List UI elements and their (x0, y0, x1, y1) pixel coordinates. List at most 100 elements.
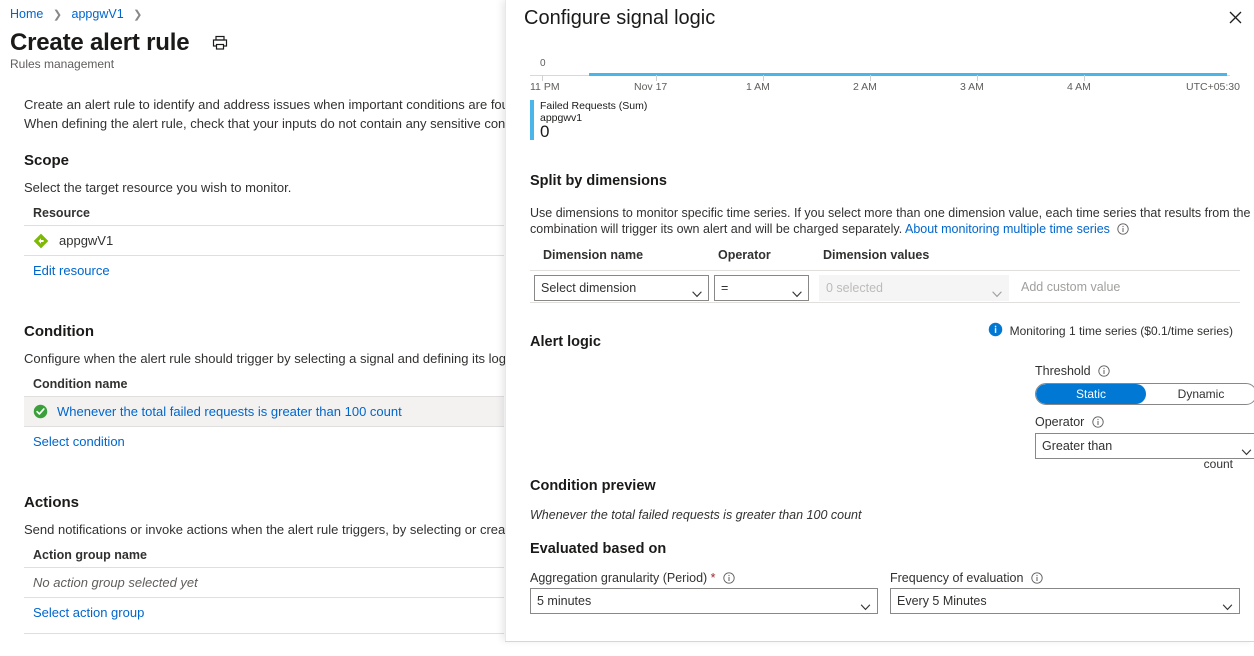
page-title: Create alert rule (10, 29, 190, 56)
configure-signal-logic-pane: Configure signal logic 0 11 PM Nov 17 1 … (505, 0, 1254, 641)
split-desc-line-1: Use dimensions to monitor specific time … (530, 206, 1251, 220)
condition-row-text: Whenever the total failed requests is gr… (57, 404, 402, 419)
condition-column-header: Condition name (33, 377, 128, 391)
chart-x-label: 2 AM (853, 81, 877, 93)
legend-color-swatch (530, 100, 534, 140)
chart-series-line (589, 73, 1227, 76)
app-root: Home ❯ appgwV1 ❯ Create alert rule Rules… (0, 0, 1254, 656)
info-icon[interactable] (1098, 365, 1110, 377)
evaluated-based-on-heading: Evaluated based on (530, 541, 667, 557)
action-group-row: No action group selected yet (24, 568, 504, 597)
dimension-name-dropdown[interactable]: Select dimension (534, 275, 709, 301)
info-filled-icon (988, 322, 1003, 340)
scope-description: Select the target resource you wish to m… (24, 180, 292, 195)
breadcrumb-separator-icon: ❯ (133, 9, 143, 21)
info-icon[interactable] (1031, 572, 1043, 584)
breadcrumb-resource[interactable]: appgwV1 (72, 7, 124, 21)
chart-x-label: Nov 17 (634, 81, 668, 93)
dimension-name-select[interactable]: Select dimension (534, 275, 709, 301)
breadcrumb-home[interactable]: Home (10, 7, 43, 21)
divider (530, 270, 1240, 271)
divider (24, 597, 504, 598)
printer-icon[interactable] (211, 34, 229, 52)
dimension-operator-select[interactable]: = (714, 275, 809, 301)
metric-chart: 0 11 PM Nov 17 1 AM 2 AM 3 AM 4 AM UTC+0… (530, 58, 1240, 142)
application-gateway-icon (33, 233, 49, 249)
split-desc-line-2: combination will trigger its own alert a… (530, 222, 1130, 236)
divider (24, 633, 504, 634)
operator-select[interactable]: Greater than (1035, 433, 1254, 459)
info-icon[interactable] (1092, 416, 1104, 428)
legend-series-name: Failed Requests (Sum) (540, 100, 648, 112)
threshold-static-option[interactable]: Static (1036, 384, 1146, 404)
page-title-row: Create alert rule (10, 28, 229, 58)
frequency-of-evaluation-label-text: Frequency of evaluation (890, 571, 1024, 585)
column-dimension-values: Dimension values (823, 248, 930, 262)
required-asterisk: * (710, 571, 716, 585)
chart-x-label: 3 AM (960, 81, 984, 93)
intro-line-1: Create an alert rule to identify and add… (24, 97, 512, 112)
page-subtitle: Rules management (10, 57, 115, 71)
aggregation-granularity-label: Aggregation granularity (Period) * (530, 571, 735, 585)
create-alert-rule-blade: Home ❯ appgwV1 ❯ Create alert rule Rules… (0, 0, 512, 656)
green-check-icon (33, 404, 48, 419)
edit-resource-link[interactable]: Edit resource (33, 263, 110, 278)
condition-preview-heading: Condition preview (530, 478, 656, 494)
threshold-unit-label: count (1203, 457, 1233, 471)
chart-timezone-label: UTC+05:30 (1186, 81, 1240, 93)
condition-description: Configure when the alert rule should tri… (24, 351, 512, 366)
frequency-of-evaluation-dropdown[interactable]: Every 5 Minutes (890, 588, 1240, 614)
column-operator: Operator (718, 248, 771, 262)
threshold-dynamic-option[interactable]: Dynamic (1146, 384, 1254, 404)
aggregation-granularity-dropdown[interactable]: 5 minutes (530, 588, 878, 614)
select-action-group-link[interactable]: Select action group (33, 605, 144, 620)
actions-column-header: Action group name (33, 548, 147, 562)
about-monitoring-link[interactable]: About monitoring multiple time series (905, 222, 1110, 236)
threshold-label-text: Threshold (1035, 364, 1091, 378)
frequency-of-evaluation-select[interactable]: Every 5 Minutes (890, 588, 1240, 614)
condition-heading: Condition (24, 323, 94, 340)
divider (24, 426, 504, 427)
pane-bottom-divider (505, 641, 1254, 642)
split-by-dimensions-heading: Split by dimensions (530, 173, 667, 189)
scope-column-header: Resource (33, 206, 90, 220)
pane-title: Configure signal logic (524, 7, 716, 29)
aggregation-granularity-select[interactable]: 5 minutes (530, 588, 878, 614)
condition-row[interactable]: Whenever the total failed requests is gr… (24, 397, 504, 426)
condition-preview-text: Whenever the total failed requests is gr… (530, 508, 862, 522)
aggregation-granularity-label-text: Aggregation granularity (Period) (530, 571, 708, 585)
close-icon[interactable] (1224, 6, 1246, 28)
dimension-operator-dropdown[interactable]: = (714, 275, 809, 301)
scope-heading: Scope (24, 152, 70, 169)
dimension-values-dropdown[interactable]: 0 selected (819, 275, 1009, 301)
divider (530, 302, 1240, 303)
dimension-values-select[interactable]: 0 selected (819, 275, 1009, 301)
add-custom-value-placeholder: Add custom value (1021, 280, 1121, 294)
threshold-label: Threshold (1035, 364, 1110, 378)
frequency-of-evaluation-label: Frequency of evaluation (890, 571, 1043, 585)
column-dimension-name: Dimension name (543, 248, 644, 262)
add-custom-value-input[interactable]: Add custom value (1021, 280, 1120, 294)
operator-label-text: Operator (1035, 415, 1085, 429)
monitoring-note: Monitoring 1 time series ($0.1/time seri… (988, 322, 1233, 340)
chart-x-label: 1 AM (746, 81, 770, 93)
monitoring-note-text: Monitoring 1 time series ($0.1/time seri… (1009, 324, 1233, 338)
split-desc-line-2-text: combination will trigger its own alert a… (530, 222, 903, 236)
legend-value: 0 (540, 122, 550, 141)
info-icon[interactable] (1117, 223, 1130, 235)
resource-row[interactable]: appgwV1 (24, 226, 504, 255)
breadcrumb: Home ❯ appgwV1 ❯ (10, 6, 148, 23)
action-group-empty-text: No action group selected yet (33, 575, 198, 590)
select-condition-link[interactable]: Select condition (33, 434, 125, 449)
intro-line-2: When defining the alert rule, check that… (24, 116, 512, 131)
chart-y-tick-0: 0 (540, 58, 546, 69)
operator-dropdown[interactable]: Greater than (1035, 433, 1254, 459)
threshold-type-toggle[interactable]: Static Dynamic (1035, 383, 1254, 405)
chart-x-label: 4 AM (1067, 81, 1091, 93)
breadcrumb-separator-icon: ❯ (52, 9, 63, 21)
chart-x-label: 11 PM (530, 81, 560, 93)
divider (24, 255, 504, 256)
info-icon[interactable] (723, 572, 735, 584)
operator-label: Operator (1035, 415, 1104, 429)
actions-heading: Actions (24, 494, 80, 511)
